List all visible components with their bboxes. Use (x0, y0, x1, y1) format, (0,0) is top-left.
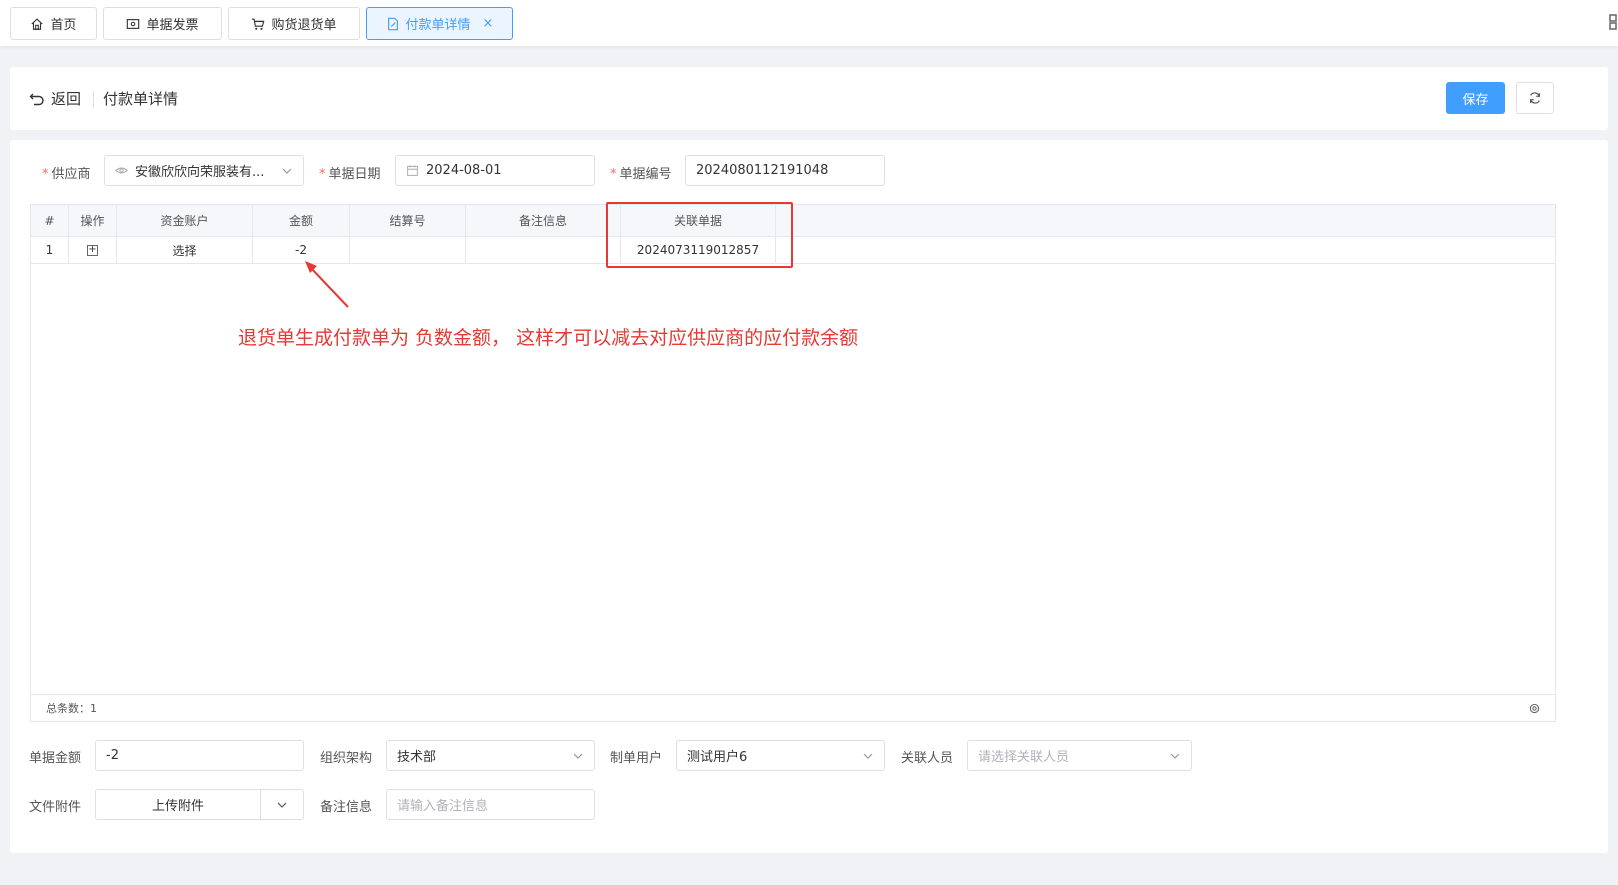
close-icon[interactable]: × (483, 16, 494, 31)
creator-select[interactable]: 测试用户6 (676, 740, 885, 771)
tab-purchase-return[interactable]: 购货退货单 (228, 7, 360, 40)
back-button[interactable]: 返回 (29, 88, 81, 109)
save-button[interactable]: 保存 (1446, 82, 1505, 114)
back-label: 返回 (51, 90, 82, 108)
grid-menu-icon[interactable] (1608, 14, 1618, 30)
remark-label: 备注信息 (320, 800, 373, 815)
col-index: # (31, 205, 69, 236)
invoice-icon (127, 18, 140, 29)
document-amount-field[interactable]: -2 (95, 740, 304, 771)
document-number-field[interactable]: 2024080112191048 (685, 155, 885, 186)
chevron-down-icon (282, 168, 292, 174)
related-person-select[interactable]: 请选择关联人员 (967, 740, 1192, 771)
upload-attachment-button[interactable]: 上传附件 (95, 789, 304, 820)
settings-icon[interactable] (1529, 703, 1540, 714)
eye-icon (115, 167, 128, 174)
supplier-select[interactable]: 安徽欣欣向荣服装有... (104, 155, 304, 186)
home-icon (31, 17, 44, 30)
total-count: 总条数：1 (46, 702, 97, 715)
chevron-down-icon (1170, 753, 1180, 759)
tab-bar: 首页 单据发票 购货退货单 付款单详情 × (0, 0, 1618, 46)
arrow-annotation (305, 261, 349, 308)
table-row: 1 + 选择 -2 2024073119012857 (31, 237, 1555, 264)
tab-payment-detail[interactable]: 付款单详情 × (366, 7, 513, 40)
refresh-icon (1530, 92, 1540, 104)
attachment-label: 文件附件 (29, 800, 82, 815)
account-select[interactable]: 选择 (117, 237, 253, 263)
col-amount: 金额 (253, 205, 350, 236)
date-picker[interactable]: 2024-08-01 (395, 155, 595, 186)
org-label: 组织架构 (320, 751, 373, 766)
main-form-card: * 供应商 安徽欣欣向荣服装有... * 单据日期 2024-08-01 * 单据编号… (10, 140, 1608, 853)
chevron-down-icon (277, 802, 287, 808)
org-select[interactable]: 技术部 (386, 740, 595, 771)
page-title: 付款单详情 (103, 90, 179, 108)
tab-home[interactable]: 首页 (10, 7, 97, 40)
row-index: 1 (31, 237, 69, 263)
document-edit-icon (387, 17, 398, 30)
creator-label: 制单用户 (610, 751, 663, 766)
add-row-icon[interactable]: + (87, 244, 98, 256)
number-label: * 单据编号 (610, 167, 672, 182)
calendar-icon (407, 165, 418, 176)
annotation-note: 退货单生成付款单为 负数金额， 这样才可以减去对应供应商的应付款余额 (238, 327, 859, 349)
undo-icon (29, 93, 44, 105)
amount-label: 单据金额 (29, 751, 82, 766)
divider (93, 91, 94, 107)
upload-dropdown[interactable] (261, 790, 303, 819)
col-settle-no: 结算号 (350, 205, 466, 236)
tab-label: 购货退货单 (271, 18, 337, 33)
page-header: 返回 付款单详情 保存 (10, 67, 1608, 130)
col-account: 资金账户 (117, 205, 253, 236)
remark-input[interactable]: 请输入备注信息 (386, 789, 595, 820)
cart-icon (252, 18, 265, 30)
remark-cell[interactable] (466, 237, 621, 263)
tab-label: 单据发票 (146, 18, 199, 33)
date-label: * 单据日期 (319, 167, 381, 182)
table-header: # 操作 资金账户 金额 结算号 备注信息 关联单据 (31, 205, 1555, 237)
table-footer: 总条数：1 (30, 694, 1556, 722)
col-operation: 操作 (69, 205, 117, 236)
highlight-box (606, 202, 793, 268)
tab-label: 付款单详情 (405, 18, 471, 33)
tab-invoice[interactable]: 单据发票 (103, 7, 222, 40)
supplier-label: * 供应商 (42, 167, 91, 182)
col-remark: 备注信息 (466, 205, 621, 236)
upload-label[interactable]: 上传附件 (96, 790, 261, 819)
tab-label: 首页 (50, 18, 77, 33)
chevron-down-icon (863, 753, 873, 759)
row-op-cell: + (69, 237, 117, 263)
refresh-button[interactable] (1516, 82, 1554, 114)
chevron-down-icon (573, 753, 583, 759)
related-person-label: 关联人员 (901, 751, 954, 766)
payment-lines-table: # 操作 资金账户 金额 结算号 备注信息 关联单据 1 + 选择 -2 202… (30, 204, 1556, 722)
settle-no-cell[interactable] (350, 237, 466, 263)
